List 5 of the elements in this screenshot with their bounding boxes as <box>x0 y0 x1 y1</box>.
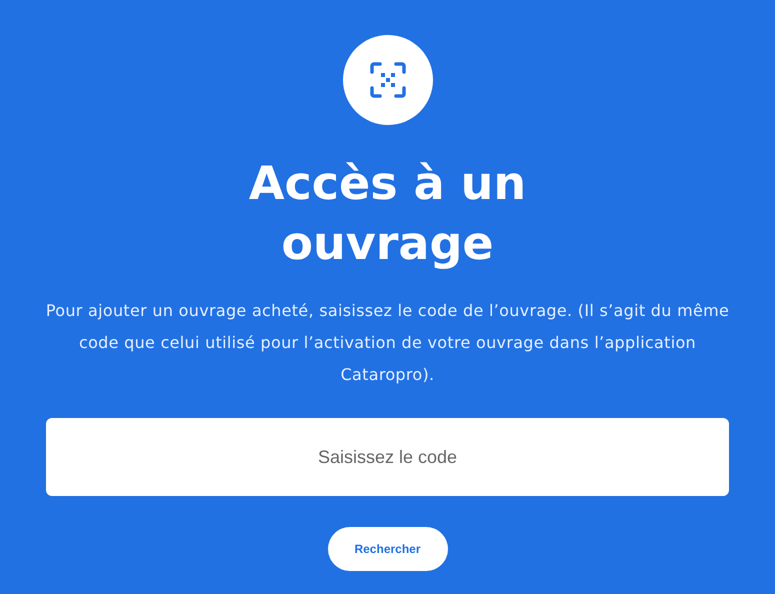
page-title: Accès à un ouvrage <box>248 155 528 272</box>
search-button[interactable]: Rechercher <box>328 527 448 571</box>
description-text: Pour ajouter un ouvrage acheté, saisissez le code de l’ouvrage. (Il s’agit du même code que celui utilisé pour l’activation de votre ouvrage dans l’application Cataropro). <box>44 300 730 386</box>
code-input-field[interactable]: Saisissez le code <box>46 418 729 496</box>
scan-icon <box>368 61 406 99</box>
